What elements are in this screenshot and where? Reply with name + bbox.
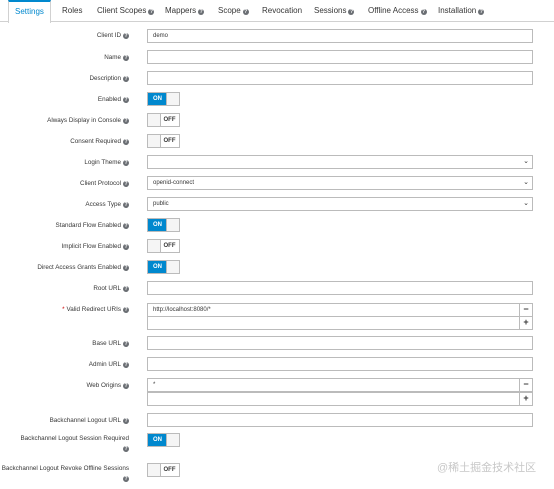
chevron-down-icon: ⌄: [523, 200, 529, 207]
help-icon[interactable]: ?: [123, 76, 129, 82]
tab-mappers[interactable]: Mappers?: [165, 0, 205, 22]
backchannel-session-required-label: Backchannel Logout Session Required?: [20, 435, 129, 452]
help-icon[interactable]: ?: [123, 97, 129, 103]
watermark: @稀土掘金技术社区: [437, 462, 537, 474]
help-icon[interactable]: ?: [420, 9, 427, 15]
help-icon[interactable]: ?: [478, 9, 485, 15]
consent-required-label: Consent Required?: [70, 138, 129, 145]
tab-client-scopes[interactable]: Client Scopes?: [97, 0, 155, 22]
admin-url-field[interactable]: [147, 357, 533, 371]
remove-redirect-uri-button[interactable]: −: [519, 303, 533, 317]
login-theme-label: Login Theme?: [84, 159, 129, 166]
help-icon[interactable]: ?: [123, 341, 129, 347]
backchannel-session-required-toggle[interactable]: ON: [147, 433, 180, 447]
client-tabs: Settings Roles Client Scopes? Mappers? S…: [0, 0, 554, 23]
direct-access-label: Direct Access Grants Enabled?: [37, 264, 129, 271]
tab-installation[interactable]: Installation?: [438, 0, 485, 22]
backchannel-logout-url-field[interactable]: [147, 413, 533, 427]
help-icon[interactable]: ?: [123, 139, 129, 145]
direct-access-toggle[interactable]: ON: [147, 260, 180, 274]
web-origins-label: Web Origins?: [86, 382, 129, 389]
help-icon[interactable]: ?: [123, 223, 129, 229]
help-icon[interactable]: ?: [198, 9, 205, 15]
help-icon[interactable]: ?: [123, 118, 129, 124]
help-icon[interactable]: ?: [123, 446, 129, 452]
help-icon[interactable]: ?: [123, 265, 129, 271]
description-label: Description?: [89, 75, 129, 82]
help-icon[interactable]: ?: [123, 55, 129, 61]
help-icon[interactable]: ?: [123, 181, 129, 187]
help-icon[interactable]: ?: [123, 33, 129, 39]
access-type-label: Access Type?: [85, 201, 129, 208]
always-display-toggle[interactable]: OFF: [147, 113, 180, 127]
consent-required-toggle[interactable]: OFF: [147, 134, 180, 148]
base-url-label: Base URL?: [92, 340, 129, 347]
web-origin-input[interactable]: *: [147, 378, 520, 392]
standard-flow-label: Standard Flow Enabled?: [55, 222, 129, 229]
always-display-label: Always Display in Console?: [47, 117, 129, 124]
help-icon[interactable]: ?: [123, 418, 129, 424]
root-url-label: Root URL?: [93, 285, 129, 292]
help-icon[interactable]: ?: [123, 476, 129, 482]
add-redirect-uri-button[interactable]: +: [519, 316, 533, 330]
help-icon[interactable]: ?: [242, 9, 249, 15]
client-id-field[interactable]: demo: [147, 29, 533, 43]
standard-flow-toggle[interactable]: ON: [147, 218, 180, 232]
redirect-uris-label: * Valid Redirect URIs?: [62, 306, 129, 313]
help-icon[interactable]: ?: [123, 307, 129, 313]
tab-scope[interactable]: Scope?: [218, 0, 249, 22]
help-icon[interactable]: ?: [148, 9, 155, 15]
backchannel-revoke-offline-label: Backchannel Logout Revoke Offline Sessio…: [1, 465, 129, 482]
enabled-toggle[interactable]: ON: [147, 92, 180, 106]
help-icon[interactable]: ?: [348, 9, 355, 15]
access-type-select[interactable]: public ⌄: [147, 197, 533, 211]
help-icon[interactable]: ?: [123, 202, 129, 208]
client-protocol-label: Client Protocol?: [80, 180, 129, 187]
name-label: Name?: [104, 54, 129, 61]
tab-revocation[interactable]: Revocation: [262, 0, 302, 22]
chevron-down-icon: ⌄: [523, 179, 529, 186]
implicit-flow-toggle[interactable]: OFF: [147, 239, 180, 253]
remove-web-origin-button[interactable]: −: [519, 378, 533, 392]
client-protocol-select[interactable]: openid-connect ⌄: [147, 176, 533, 190]
name-field[interactable]: [147, 50, 533, 64]
help-icon[interactable]: ?: [123, 244, 129, 250]
tab-settings[interactable]: Settings: [8, 0, 51, 23]
help-icon[interactable]: ?: [123, 286, 129, 292]
enabled-label: Enabled?: [97, 96, 129, 103]
implicit-flow-label: Implicit Flow Enabled?: [61, 243, 129, 250]
description-field[interactable]: [147, 71, 533, 85]
tab-sessions[interactable]: Sessions?: [314, 0, 355, 22]
web-origin-input[interactable]: [147, 392, 520, 406]
login-theme-select[interactable]: ⌄: [147, 155, 533, 169]
add-web-origin-button[interactable]: +: [519, 392, 533, 406]
tab-offline-access[interactable]: Offline Access?: [368, 0, 427, 22]
help-icon[interactable]: ?: [123, 362, 129, 368]
chevron-down-icon: ⌄: [523, 158, 529, 165]
redirect-uri-input[interactable]: http://localhost:8080/*: [147, 303, 520, 317]
backchannel-revoke-offline-toggle[interactable]: OFF: [147, 463, 180, 477]
admin-url-label: Admin URL?: [88, 361, 129, 368]
base-url-field[interactable]: [147, 336, 533, 350]
backchannel-logout-url-label: Backchannel Logout URL?: [49, 417, 129, 424]
client-id-label: Client ID?: [96, 32, 129, 39]
tab-roles[interactable]: Roles: [62, 0, 82, 22]
help-icon[interactable]: ?: [123, 160, 129, 166]
redirect-uri-input[interactable]: [147, 316, 520, 330]
help-icon[interactable]: ?: [123, 383, 129, 389]
root-url-field[interactable]: [147, 281, 533, 295]
